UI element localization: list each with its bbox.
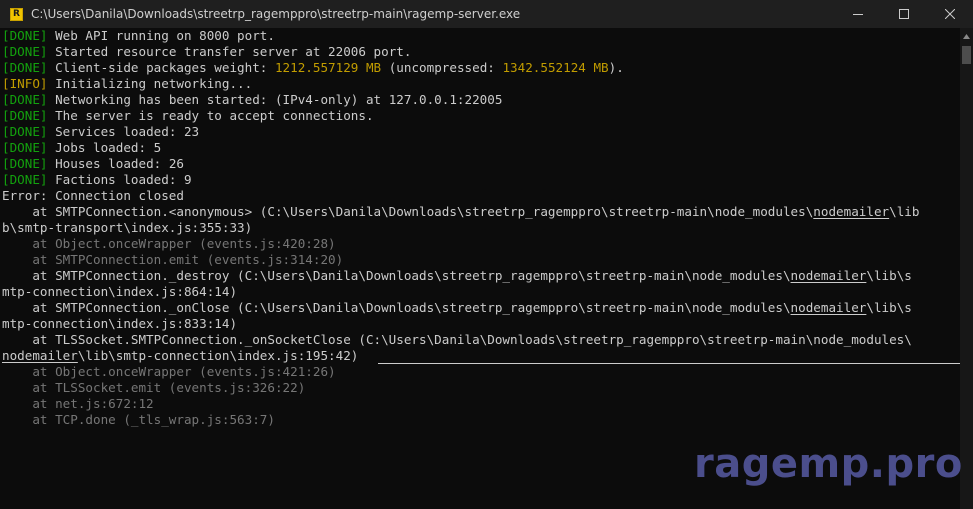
log-line: [DONE] Web API running on 8000 port. [2, 28, 275, 44]
status-tag: [DONE] [2, 140, 48, 155]
stack-text: \lib\smtp-connection\index.js:195:42) [77, 348, 359, 363]
close-button[interactable] [927, 0, 973, 28]
watermark: ragemp.pro [694, 441, 963, 487]
status-tag: [DONE] [2, 60, 48, 75]
log-text: Web API running on 8000 port. [47, 28, 275, 43]
status-tag: [DONE] [2, 28, 48, 43]
maximize-button[interactable] [881, 0, 927, 28]
stack-line-internal: at TCP.done (_tls_wrap.js:563:7) [2, 412, 275, 427]
scroll-up-arrow[interactable] [960, 28, 973, 44]
stack-line: nodemailer\lib\smtp-connection\index.js:… [2, 348, 358, 364]
chevron-up-icon [963, 33, 970, 39]
stack-text: mtp-connection\index.js:864:14) [2, 284, 238, 299]
stack-line-internal: at SMTPConnection.emit (events.js:314:20… [2, 252, 344, 267]
status-tag: [DONE] [2, 124, 48, 139]
log-text: Services loaded: 23 [47, 124, 200, 139]
console-window: R C:\Users\Danila\Downloads\streetrp_rag… [0, 0, 973, 509]
log-line: [DONE] Services loaded: 23 [2, 124, 199, 140]
module-link[interactable]: nodemailer [813, 204, 889, 219]
module-link[interactable]: nodemailer [791, 300, 867, 315]
scrollbar-thumb[interactable] [962, 46, 971, 64]
stack-line-internal: at Object.onceWrapper (events.js:420:28) [2, 236, 336, 251]
selection-underline [378, 363, 960, 364]
log-line: [DONE] Jobs loaded: 5 [2, 140, 161, 156]
log-line: [DONE] Started resource transfer server … [2, 44, 411, 60]
log-line: [DONE] Factions loaded: 9 [2, 172, 192, 188]
module-link[interactable]: nodemailer [791, 268, 867, 283]
status-tag: [DONE] [2, 172, 48, 187]
log-text: Networking has been started: (IPv4-only)… [47, 92, 503, 107]
close-icon [945, 9, 955, 19]
status-tag: [INFO] [2, 76, 48, 91]
stack-line: b\smtp-transport\index.js:355:33) [2, 220, 252, 236]
log-text: Houses loaded: 26 [47, 156, 184, 171]
stack-line: mtp-connection\index.js:864:14) [2, 284, 237, 300]
log-line: [DONE] Houses loaded: 26 [2, 156, 184, 172]
module-link[interactable]: nodemailer [2, 348, 78, 363]
minimize-icon [853, 14, 863, 15]
console-output[interactable]: [DONE] Web API running on 8000 port. [DO… [0, 28, 960, 509]
stack-line: at SMTPConnection.<anonymous> (C:\Users\… [2, 204, 919, 220]
stack-line-internal: at TLSSocket.emit (events.js:326:22) [2, 380, 306, 395]
log-line: [INFO] Initializing networking... [2, 76, 252, 92]
stack-line-internal: at Object.onceWrapper (events.js:421:26) [2, 364, 336, 379]
log-text: (uncompressed: [381, 60, 503, 75]
stack-line-internal: at net.js:672:12 [2, 396, 154, 411]
stack-text: \lib [889, 204, 920, 219]
status-tag: [DONE] [2, 92, 48, 107]
title-bar[interactable]: R C:\Users\Danila\Downloads\streetrp_rag… [0, 0, 973, 28]
stack-text: at SMTPConnection._onClose (C:\Users\Dan… [2, 300, 791, 315]
error-header: Error: Connection closed [2, 188, 184, 203]
stack-line: mtp-connection\index.js:833:14) [2, 316, 237, 332]
uncompressed-weight-value: 1342.552124 MB [502, 60, 609, 75]
log-text: Jobs loaded: 5 [47, 140, 162, 155]
stack-text: \lib\s [866, 300, 912, 315]
log-line: [DONE] The server is ready to accept con… [2, 108, 374, 124]
stack-text: at SMTPConnection.<anonymous> (C:\Users\… [2, 204, 814, 219]
minimize-button[interactable] [835, 0, 881, 28]
app-icon: R [10, 7, 23, 21]
stack-line: at SMTPConnection._onClose (C:\Users\Dan… [2, 300, 912, 316]
log-text: Client-side packages weight: [47, 60, 275, 75]
log-line: [DONE] Client-side packages weight: 1212… [2, 60, 624, 76]
window-title: C:\Users\Danila\Downloads\streetrp_ragem… [31, 7, 521, 21]
stack-text: \lib\s [866, 268, 912, 283]
stack-text: at SMTPConnection._destroy (C:\Users\Dan… [2, 268, 791, 283]
log-text: The server is ready to accept connection… [47, 108, 374, 123]
log-text: Initializing networking... [47, 76, 253, 91]
stack-line: at TLSSocket.SMTPConnection._onSocketClo… [2, 332, 912, 348]
stack-text: at TLSSocket.SMTPConnection._onSocketClo… [2, 332, 912, 347]
package-weight-value: 1212.557129 MB [274, 60, 382, 75]
stack-line: at SMTPConnection._destroy (C:\Users\Dan… [2, 268, 912, 284]
log-text: Started resource transfer server at 2200… [47, 44, 412, 59]
status-tag: [DONE] [2, 156, 48, 171]
log-text: Factions loaded: 9 [47, 172, 192, 187]
status-tag: [DONE] [2, 44, 48, 59]
log-line: [DONE] Networking has been started: (IPv… [2, 92, 502, 108]
status-tag: [DONE] [2, 108, 48, 123]
vertical-scrollbar[interactable] [960, 28, 973, 509]
log-text: ). [608, 60, 624, 75]
window-controls [835, 0, 973, 28]
stack-text: mtp-connection\index.js:833:14) [2, 316, 238, 331]
maximize-icon [899, 9, 909, 19]
stack-text: b\smtp-transport\index.js:355:33) [2, 220, 253, 235]
